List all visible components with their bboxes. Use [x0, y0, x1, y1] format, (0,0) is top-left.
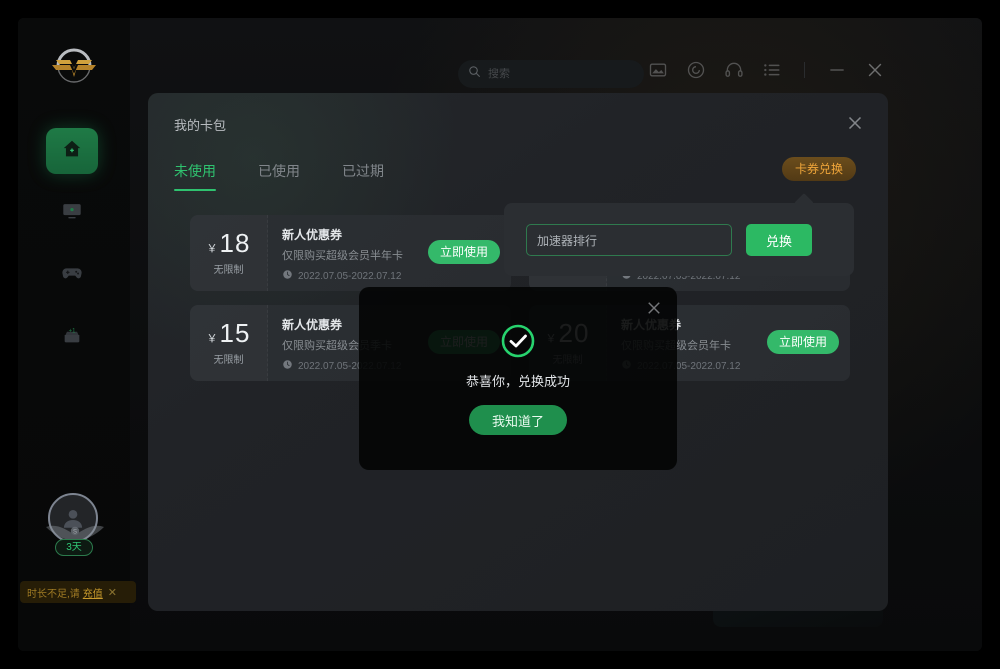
redeem-button[interactable]: 兑换: [746, 224, 812, 256]
page-title: 我的卡包: [174, 118, 227, 133]
success-check-icon: [501, 324, 535, 358]
avatar[interactable]: S: [46, 493, 104, 543]
svg-text:S: S: [73, 530, 77, 536]
coupon-tabs: 未使用 已使用 已过期: [174, 161, 384, 191]
modal-close-icon[interactable]: [645, 299, 663, 317]
coupon-amount: ￥ 15: [207, 320, 251, 346]
app-root: RING 法环: [0, 0, 1000, 669]
search-box[interactable]: [458, 60, 644, 88]
coupon-value-block: ￥ 18 无限制: [190, 215, 268, 291]
coupon-validity: 2022.07.05-2022.07.12: [282, 269, 499, 283]
tab-used[interactable]: 已使用: [258, 161, 300, 191]
svg-text:+1: +1: [69, 328, 76, 334]
home-icon: [61, 138, 83, 165]
coupon-limit: 无限制: [213, 265, 244, 276]
redeem-success-modal: 恭喜你，兑换成功 我知道了: [359, 287, 677, 470]
clock-icon: [282, 269, 293, 283]
sidebar-item-home[interactable]: [46, 128, 98, 174]
toolbar-divider: [804, 62, 805, 78]
popover-arrow: [794, 193, 814, 213]
coupon-card[interactable]: ￥ 18 无限制 新人优惠券 仅限购买超级会员半年卡 2022.07.05-20…: [190, 215, 511, 291]
coupon-value: 15: [219, 318, 251, 348]
use-now-button[interactable]: 立即使用: [766, 330, 839, 354]
tab-unused[interactable]: 未使用: [174, 161, 216, 191]
tab-expired[interactable]: 已过期: [342, 161, 384, 191]
user-block[interactable]: S 3天: [46, 493, 104, 556]
redeem-popover: 兑换: [504, 193, 854, 276]
coupon-value: 18: [219, 228, 251, 258]
coupon-details: 新人优惠券 仅限购买超级会员半年卡 2022.07.05-2022.07.12: [268, 215, 511, 291]
toolbar-icons: [648, 60, 885, 80]
sidebar-item-boost[interactable]: +1: [46, 314, 98, 360]
spiral-icon[interactable]: [686, 60, 706, 80]
acknowledge-button[interactable]: 我知道了: [469, 405, 567, 435]
app-logo: [46, 36, 102, 92]
boost-plus-one-icon: +1: [61, 324, 83, 351]
success-message: 恭喜你，兑换成功: [465, 374, 570, 389]
toast-close-icon[interactable]: ✕: [108, 586, 117, 599]
close-button[interactable]: [865, 60, 885, 80]
coupon-limit: 无限制: [213, 355, 244, 366]
gamepad-icon: [61, 262, 83, 289]
search-input[interactable]: [488, 68, 628, 80]
sidebar-item-games[interactable]: [46, 252, 98, 298]
sidebar: +1 S 3天 时长不足,请 充值 ✕: [18, 18, 136, 651]
panel-close-icon[interactable]: [844, 112, 866, 134]
sidebar-item-monitor[interactable]: [46, 190, 98, 236]
client-window: RING 法环: [18, 18, 982, 651]
toast-text: 时长不足,请: [27, 588, 80, 600]
headset-icon[interactable]: [724, 60, 744, 80]
minimize-button[interactable]: [827, 60, 847, 80]
redeem-code-input[interactable]: [526, 224, 732, 256]
clock-icon: [282, 359, 293, 373]
coupon-value-block: ￥ 15 无限制: [190, 305, 268, 381]
currency-symbol: ￥: [206, 243, 218, 255]
coupon-date-text: 2022.07.05-2022.07.12: [298, 270, 402, 282]
card-redeem-badge[interactable]: 卡券兑换: [781, 157, 856, 181]
list-icon[interactable]: [762, 60, 782, 80]
coupon-amount: ￥ 18: [207, 230, 251, 256]
currency-symbol: ￥: [206, 333, 218, 345]
monitor-icon: [61, 200, 83, 227]
low-balance-toast[interactable]: 时长不足,请 充值 ✕: [20, 581, 136, 603]
use-now-button[interactable]: 立即使用: [427, 240, 500, 264]
screenshot-icon[interactable]: [648, 60, 668, 80]
toast-recharge-link[interactable]: 充值: [83, 585, 103, 600]
membership-days-badge: 3天: [55, 539, 93, 556]
search-icon: [468, 65, 481, 83]
